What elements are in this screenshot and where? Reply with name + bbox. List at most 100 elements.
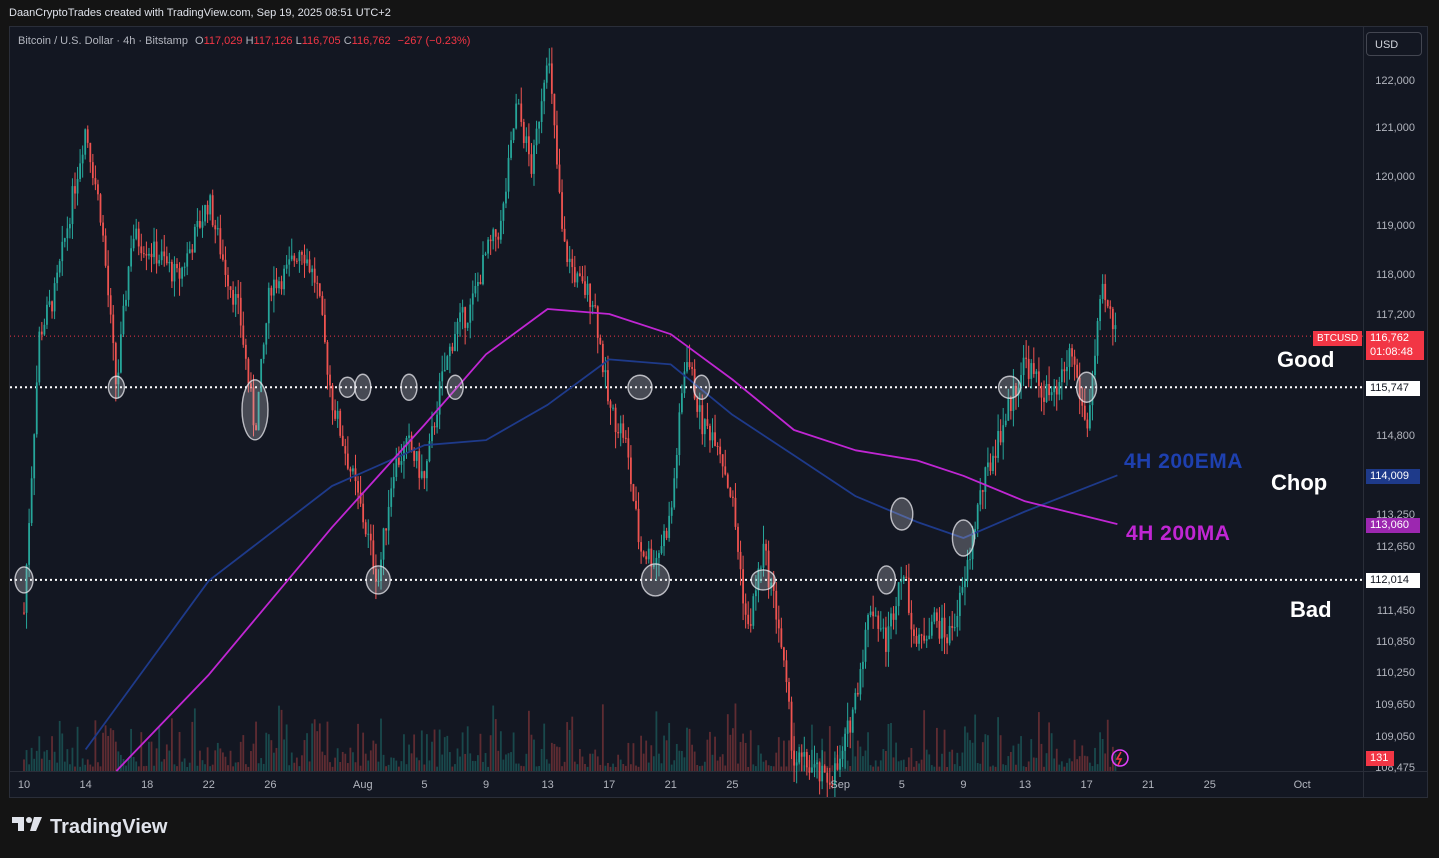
volume-bar: [191, 721, 194, 771]
candle-body: [288, 259, 291, 265]
level-lower-tag: 112,014: [1366, 573, 1420, 588]
volume-bar: [612, 763, 614, 771]
volume-bar: [380, 718, 382, 771]
candle-body: [987, 462, 989, 468]
candle-body: [841, 750, 844, 759]
candle-body: [528, 136, 530, 155]
volume-bar: [507, 753, 510, 771]
volume-bar: [862, 756, 864, 771]
volume-bar: [663, 735, 665, 771]
touch-circle: [876, 565, 897, 595]
volume-bar: [262, 763, 265, 771]
volume-bar: [624, 765, 627, 771]
candle-body: [1027, 358, 1030, 379]
currency-button[interactable]: USD: [1366, 32, 1422, 56]
volume-bar: [482, 761, 484, 771]
volume-bar: [566, 722, 569, 771]
volume-bar: [596, 756, 599, 771]
volume-bar: [148, 741, 150, 771]
volume-bar: [510, 752, 512, 771]
high-value: 117,126: [253, 35, 293, 47]
price-tick-label: 114,800: [1376, 430, 1415, 442]
volume-bar: [290, 752, 293, 771]
candle-body: [408, 435, 410, 438]
volume-bar: [650, 745, 653, 771]
volume-bar: [693, 751, 696, 771]
volume-bar: [642, 753, 645, 771]
touch-circle: [640, 563, 671, 597]
volume-bar: [936, 727, 938, 771]
volume-bar: [130, 728, 132, 771]
volume-bar: [403, 734, 405, 771]
candle-body: [502, 203, 505, 221]
candle-body: [183, 266, 186, 268]
volume-bar: [760, 753, 762, 771]
volume-bar: [1055, 748, 1058, 771]
candle-body: [390, 488, 393, 507]
volume-bar: [964, 726, 966, 771]
candle-body: [630, 457, 632, 485]
candle-body: [1045, 383, 1048, 402]
candle-body: [946, 637, 948, 644]
candle-body: [879, 628, 882, 630]
candle-body: [1050, 392, 1053, 396]
candle-body: [594, 305, 597, 307]
volume-bar: [1040, 743, 1043, 771]
candle-body: [168, 261, 171, 264]
candle-body: [1022, 357, 1025, 376]
volume-bar: [726, 714, 729, 771]
volume-bar: [35, 750, 38, 771]
candle-body: [538, 122, 540, 129]
candle-body: [1089, 405, 1091, 429]
volume-bar: [1094, 747, 1096, 771]
candle-body: [887, 626, 890, 652]
candle-body: [813, 764, 816, 768]
volume-bar: [160, 761, 163, 771]
volume-bar: [915, 761, 918, 771]
volume-bar: [1066, 762, 1068, 771]
volume-bar: [765, 760, 767, 771]
candle-body: [158, 260, 161, 264]
volume-bar: [441, 754, 444, 771]
candle-body: [920, 634, 923, 636]
candle-body: [660, 546, 663, 554]
price-chart[interactable]: 122,000 121,000 120,000 119,000 118,000 117,2…: [10, 27, 1427, 797]
volume-bar: [854, 756, 857, 771]
candle-body: [856, 692, 859, 695]
volume-bar: [958, 766, 961, 771]
volume-bar: [313, 719, 316, 771]
candle-body: [581, 276, 584, 282]
candle-body: [1071, 348, 1073, 357]
volume-bar: [303, 740, 306, 771]
symbol-title[interactable]: Bitcoin / U.S. Dollar · 4h · Bitstamp: [18, 35, 188, 47]
volume-bar: [387, 764, 390, 771]
volume-bar: [877, 766, 880, 771]
candle-body: [589, 283, 591, 307]
tradingview-brand[interactable]: TradingView: [12, 815, 167, 839]
volume-bar: [426, 734, 428, 771]
volume-bar: [1004, 765, 1007, 771]
open-label: O: [195, 35, 204, 47]
volume-bar: [459, 756, 461, 771]
volume-bar: [609, 766, 612, 771]
candle-body: [1030, 363, 1033, 379]
volume-bar: [696, 765, 699, 771]
price-axis[interactable]: 122,000 121,000 120,000 119,000 118,000 117,2…: [1375, 75, 1415, 774]
candle-body: [321, 295, 324, 315]
candle-body: [122, 305, 125, 335]
volume-bar: [385, 766, 387, 771]
volume-bar: [155, 748, 158, 771]
volume-bar: [976, 763, 979, 771]
touch-circle: [627, 374, 653, 400]
time-axis[interactable]: 10 14 18 22 26 Aug 5 9 13 17 21 25 Sep 5 9 13 17 21 25 Oct: [18, 779, 1311, 791]
candle-body: [969, 559, 971, 561]
volume-bar: [1025, 766, 1028, 771]
volume-bar: [706, 739, 709, 771]
candle-body: [369, 533, 372, 541]
candle-body: [726, 474, 729, 488]
volume-bar: [120, 754, 122, 771]
candle-body: [596, 306, 599, 338]
volume-bar: [550, 742, 553, 771]
volume-bar: [553, 743, 556, 771]
candle-body: [94, 178, 97, 185]
